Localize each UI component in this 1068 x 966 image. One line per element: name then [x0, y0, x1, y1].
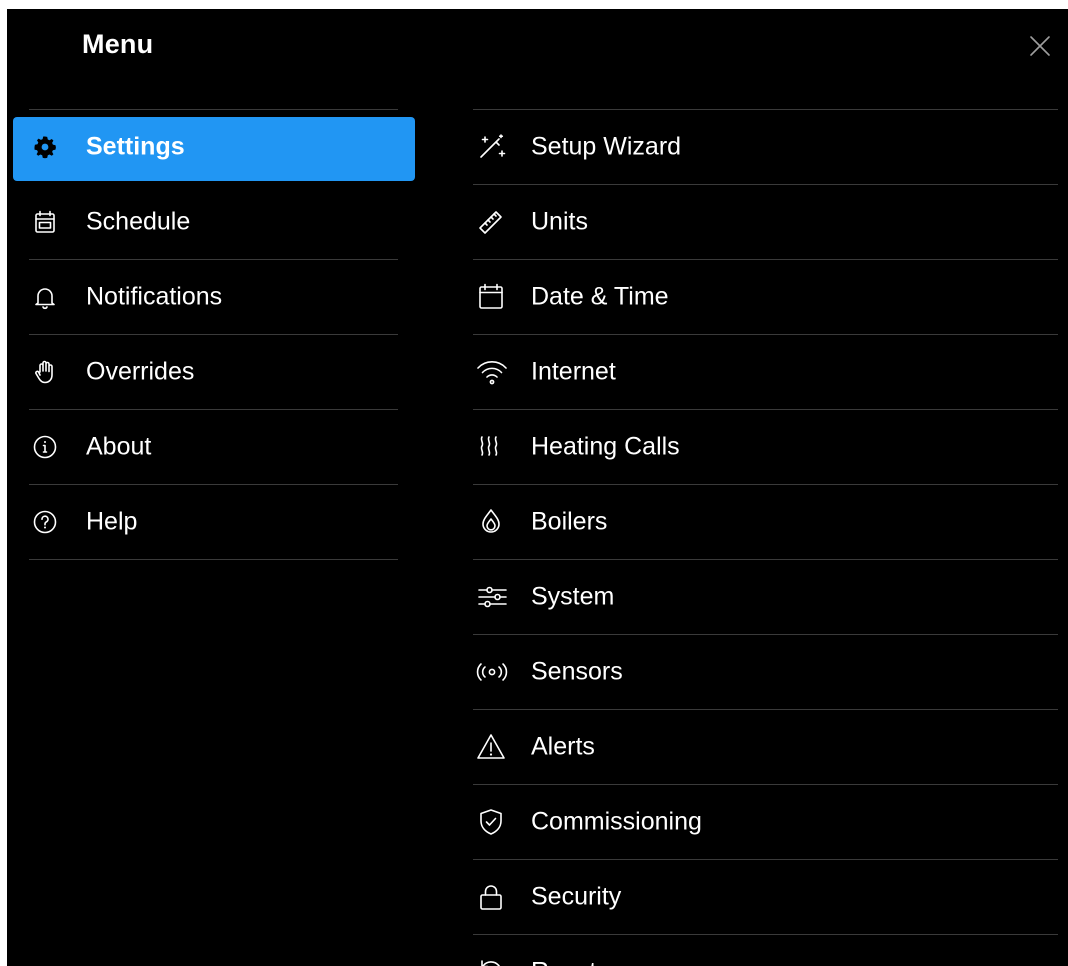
- sliders-icon: [475, 582, 511, 612]
- shield-check-icon: [475, 807, 511, 837]
- settings-item-system[interactable]: System: [473, 560, 1058, 635]
- settings-item-commissioning[interactable]: Commissioning: [473, 785, 1058, 860]
- settings-item-date-time[interactable]: Date & Time: [473, 260, 1058, 335]
- menu-item-label: Notifications: [86, 282, 223, 311]
- settings-item-label: Internet: [531, 357, 616, 386]
- settings-item-label: Date & Time: [531, 282, 669, 311]
- menu-item-label: Overrides: [86, 357, 195, 386]
- sensor-icon: [475, 657, 511, 687]
- settings-item-label: Heating Calls: [531, 432, 680, 461]
- reset-icon: [475, 957, 511, 966]
- menu-title: Menu: [82, 29, 154, 59]
- gear-icon: [31, 133, 59, 161]
- menu-item-label: Settings: [86, 132, 185, 161]
- menu-panel: Menu Settings Schedule Notifications Ove…: [7, 9, 1068, 966]
- menu-item-help[interactable]: Help: [29, 485, 398, 560]
- menu-item-label: Schedule: [86, 207, 191, 236]
- settings-item-heating-calls[interactable]: Heating Calls: [473, 410, 1058, 485]
- water-drop-icon: [475, 507, 511, 537]
- menu-item-schedule[interactable]: Schedule: [29, 185, 398, 260]
- menu-item-about[interactable]: About: [29, 410, 398, 485]
- menu-item-settings[interactable]: Settings: [13, 110, 415, 185]
- info-icon: [31, 433, 59, 461]
- close-icon: [1030, 36, 1050, 56]
- settings-item-setup-wizard[interactable]: Setup Wizard: [473, 110, 1058, 185]
- magic-wand-icon: [475, 132, 511, 162]
- heat-waves-icon: [475, 432, 511, 462]
- ruler-icon: [475, 207, 511, 237]
- settings-item-label: Security: [531, 882, 622, 911]
- settings-item-alerts[interactable]: Alerts: [473, 710, 1058, 785]
- close-button[interactable]: [1028, 34, 1052, 58]
- settings-item-reset[interactable]: Reset: [473, 935, 1058, 966]
- calendar-schedule-icon: [31, 208, 59, 236]
- settings-item-sensors[interactable]: Sensors: [473, 635, 1058, 710]
- help-icon: [31, 508, 59, 536]
- menu-item-label: Help: [86, 507, 138, 536]
- lock-icon: [475, 882, 511, 912]
- settings-item-internet[interactable]: Internet: [473, 335, 1058, 410]
- active-highlight: [13, 117, 415, 181]
- settings-item-label: Boilers: [531, 507, 608, 536]
- settings-item-label: System: [531, 582, 615, 611]
- warning-icon: [475, 732, 511, 762]
- settings-menu: Setup Wizard Units Date & Time Internet …: [473, 109, 1058, 966]
- main-menu: Settings Schedule Notifications Override…: [13, 109, 415, 560]
- bell-icon: [31, 283, 59, 311]
- menu-item-label: About: [86, 432, 152, 461]
- settings-item-units[interactable]: Units: [473, 185, 1058, 260]
- settings-item-label: Units: [531, 207, 588, 236]
- calendar-icon: [475, 282, 511, 312]
- settings-item-label: Sensors: [531, 657, 623, 686]
- hand-icon: [31, 358, 59, 386]
- settings-item-label: Commissioning: [531, 807, 702, 836]
- settings-item-label: Alerts: [531, 732, 595, 761]
- settings-item-label: Reset: [531, 958, 596, 966]
- settings-item-label: Setup Wizard: [531, 132, 682, 161]
- settings-item-security[interactable]: Security: [473, 860, 1058, 935]
- menu-item-overrides[interactable]: Overrides: [29, 335, 398, 410]
- menu-item-notifications[interactable]: Notifications: [29, 260, 398, 335]
- wifi-icon: [475, 357, 511, 387]
- settings-item-boilers[interactable]: Boilers: [473, 485, 1058, 560]
